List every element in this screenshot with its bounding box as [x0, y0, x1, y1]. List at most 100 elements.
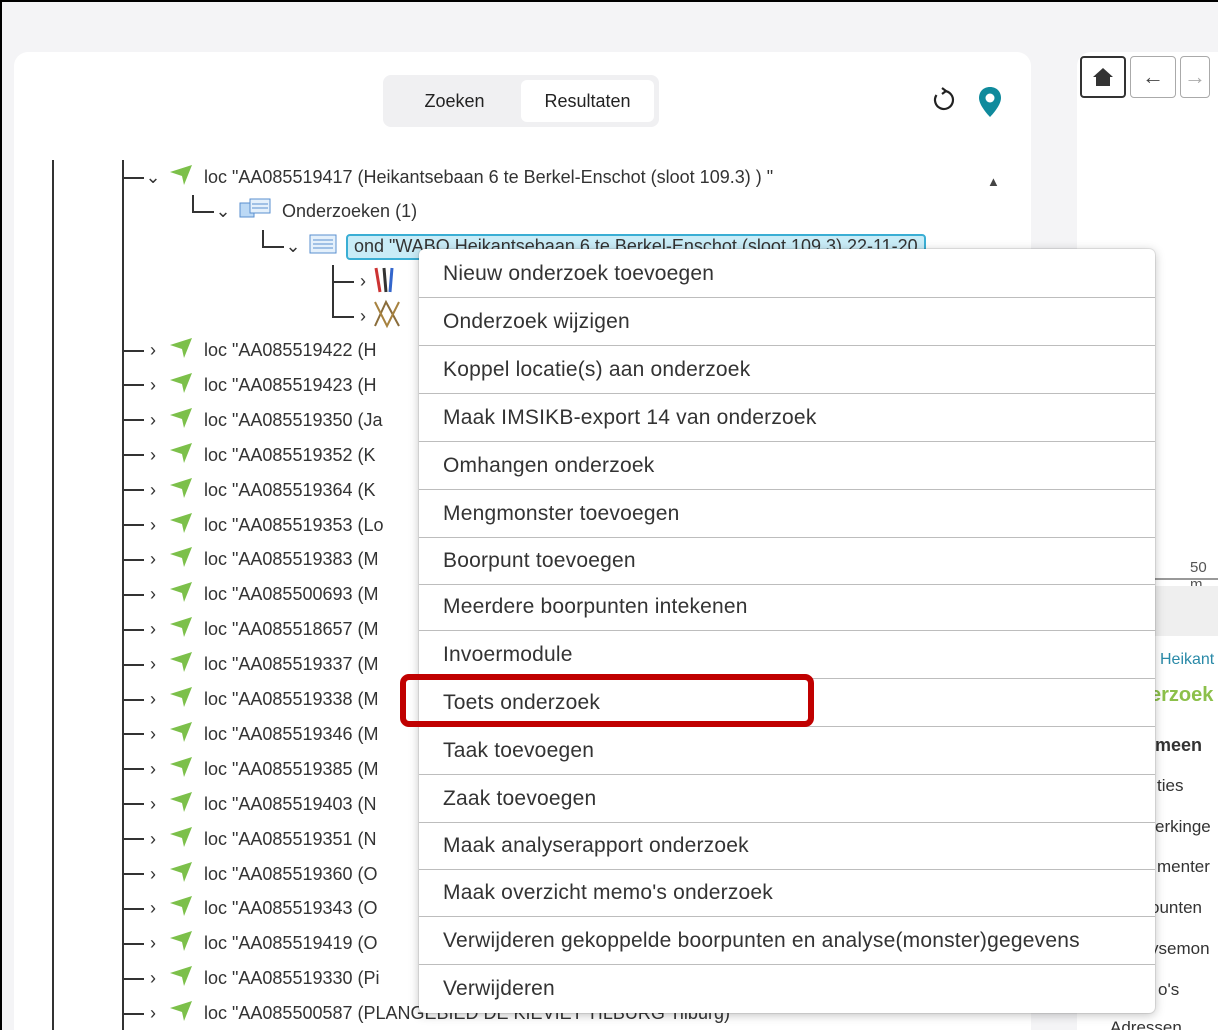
- chevron-right-icon[interactable]: ›: [144, 654, 162, 675]
- detail-row[interactable]: ties: [1157, 776, 1183, 796]
- flag-icon: [168, 581, 194, 608]
- chevron-down-icon[interactable]: ⌄: [284, 236, 302, 257]
- menu-item[interactable]: Maak analyserapport onderzoek: [419, 822, 1155, 869]
- menu-item[interactable]: Meerdere boorpunten intekenen: [419, 583, 1155, 630]
- tree-node-location[interactable]: › loc "AA085500693 (M: [122, 577, 379, 612]
- tree-node-location[interactable]: › loc "AA085519352 (K: [122, 438, 376, 473]
- menu-item[interactable]: Maak overzicht memo's onderzoek: [419, 869, 1155, 916]
- tree-node-label: loc "AA085519422 (H: [204, 340, 377, 360]
- detail-row[interactable]: ysemon: [1150, 939, 1210, 959]
- chevron-right-icon[interactable]: ›: [144, 829, 162, 850]
- flag-icon: [168, 442, 194, 469]
- menu-item[interactable]: Nieuw onderzoek toevoegen: [419, 250, 1155, 297]
- tree-node-location[interactable]: › loc "AA085519403 (N: [122, 787, 377, 822]
- refresh-icon[interactable]: [930, 86, 958, 119]
- flag-icon: [168, 686, 194, 713]
- chevron-right-icon[interactable]: ›: [144, 480, 162, 501]
- chevron-right-icon[interactable]: ›: [144, 689, 162, 710]
- home-icon[interactable]: [1080, 56, 1126, 98]
- chevron-right-icon[interactable]: ›: [144, 933, 162, 954]
- chevron-down-icon[interactable]: ⌄: [144, 167, 162, 188]
- menu-item[interactable]: Zaak toevoegen: [419, 775, 1155, 822]
- tree-node-location[interactable]: › loc "AA085519330 (Pi: [122, 961, 380, 996]
- tree-node-location[interactable]: › loc "AA085519346 (M: [122, 717, 379, 752]
- menu-item[interactable]: Koppel locatie(s) aan onderzoek: [419, 346, 1155, 393]
- tree-node-location[interactable]: › loc "AA085519343 (O: [122, 891, 378, 926]
- chevron-right-icon[interactable]: ›: [144, 619, 162, 640]
- tree-node-label: loc "AA085519419 (O: [204, 933, 378, 954]
- tree-node-location[interactable]: › loc "AA085519419 (O: [122, 926, 378, 961]
- flag-icon: [168, 895, 194, 922]
- flag-icon: [168, 407, 194, 434]
- tree-node-label: loc "AA085519385 (M: [204, 758, 379, 779]
- tab-resultaten[interactable]: Resultaten: [521, 80, 654, 122]
- detail-row[interactable]: Adressen: [1110, 1018, 1182, 1030]
- tree-node-location[interactable]: › loc "AA085518657 (M: [122, 612, 379, 647]
- detail-row[interactable]: ounten: [1150, 898, 1202, 918]
- chevron-right-icon[interactable]: ›: [144, 898, 162, 919]
- tree-node-label: loc "AA085519364 (K: [204, 479, 376, 500]
- tree-node-label: Onderzoeken (1): [282, 201, 418, 221]
- chevron-right-icon[interactable]: ›: [144, 864, 162, 885]
- arrow-right-icon[interactable]: →: [1180, 56, 1210, 98]
- chevron-right-icon[interactable]: ›: [144, 968, 162, 989]
- chevron-right-icon[interactable]: ›: [354, 271, 372, 292]
- arrow-left-icon[interactable]: ←: [1130, 56, 1176, 98]
- chevron-right-icon[interactable]: ›: [144, 410, 162, 431]
- tree-node-monsters[interactable]: ›: [332, 299, 402, 334]
- chevron-right-icon[interactable]: ›: [144, 549, 162, 570]
- flag-icon: [168, 616, 194, 643]
- location-pin-icon[interactable]: [977, 86, 1003, 123]
- chevron-right-icon[interactable]: ›: [354, 306, 372, 327]
- tree-node-label: loc "AA085519338 (M: [204, 689, 379, 709]
- tree-node-location[interactable]: › loc "AA085519364 (K: [122, 473, 376, 508]
- menu-item[interactable]: Mengmonster toevoegen: [419, 490, 1155, 537]
- detail-row[interactable]: erkinge: [1155, 817, 1211, 837]
- tree-node-location[interactable]: › loc "AA085519351 (N: [122, 822, 377, 857]
- tree-node-location[interactable]: › loc "AA085519338 (M: [122, 682, 379, 717]
- flag-icon: [168, 930, 194, 957]
- detail-link[interactable]: Heikant: [1160, 651, 1214, 669]
- tree-guide-line: [52, 160, 54, 1030]
- chevron-right-icon[interactable]: ›: [144, 375, 162, 396]
- chevron-right-icon[interactable]: ›: [144, 794, 162, 815]
- chevron-right-icon[interactable]: ›: [144, 515, 162, 536]
- menu-item[interactable]: Verwijderen gekoppelde boorpunten en ana…: [419, 917, 1155, 964]
- chevron-right-icon[interactable]: ›: [144, 759, 162, 780]
- tree-node-boorpunten[interactable]: ›: [332, 264, 402, 299]
- chevron-right-icon[interactable]: ›: [144, 1003, 162, 1024]
- scroll-up-icon[interactable]: ▲: [987, 174, 1000, 189]
- detail-row[interactable]: menter: [1157, 857, 1210, 877]
- menu-item[interactable]: Taak toevoegen: [419, 727, 1155, 774]
- menu-item[interactable]: Onderzoek wijzigen: [419, 298, 1155, 345]
- tree-node-label: loc "AA085500693 (M: [204, 584, 379, 605]
- chevron-right-icon[interactable]: ›: [144, 340, 162, 361]
- tree-node-label: loc "AA085519343 (O: [204, 898, 378, 919]
- tree-node-label: loc "AA085519360 (O: [204, 863, 378, 884]
- tree-node-location[interactable]: › loc "AA085519383 (M: [122, 542, 379, 577]
- chevron-right-icon[interactable]: ›: [144, 724, 162, 745]
- flag-icon: [168, 791, 194, 818]
- chevron-right-icon[interactable]: ›: [144, 445, 162, 466]
- flag-icon: [168, 861, 194, 888]
- flag-icon: [168, 826, 194, 853]
- tree-node-location[interactable]: › loc "AA085519337 (M: [122, 647, 379, 682]
- tree-node-location[interactable]: › loc "AA085519353 (Lo: [122, 508, 384, 543]
- menu-item[interactable]: Boorpunt toevoegen: [419, 537, 1155, 584]
- menu-item[interactable]: Maak IMSIKB-export 14 van onderzoek: [419, 394, 1155, 441]
- tree-node-location[interactable]: › loc "AA085519350 (Ja: [122, 403, 383, 438]
- tree-node-location[interactable]: ⌄ loc "AA085519417 (Heikantsebaan 6 te B…: [122, 160, 773, 195]
- chevron-down-icon[interactable]: ⌄: [214, 201, 232, 222]
- tree-node-location[interactable]: › loc "AA085519423 (H: [122, 368, 377, 403]
- menu-item[interactable]: Omhangen onderzoek: [419, 442, 1155, 489]
- menu-item[interactable]: Invoermodule: [419, 631, 1155, 678]
- menu-item[interactable]: Verwijderen: [419, 965, 1155, 1012]
- tree-node-location[interactable]: › loc "AA085519385 (M: [122, 752, 379, 787]
- flag-icon: [168, 721, 194, 748]
- chevron-right-icon[interactable]: ›: [144, 584, 162, 605]
- tree-node-location[interactable]: › loc "AA085519360 (O: [122, 857, 378, 892]
- tree-node-onderzoeken[interactable]: ⌄ Onderzoeken (1): [192, 194, 417, 229]
- tree-node-location[interactable]: › loc "AA085519422 (H: [122, 333, 377, 368]
- tab-zoeken[interactable]: Zoeken: [388, 80, 521, 122]
- detail-row[interactable]: o's: [1158, 980, 1179, 1000]
